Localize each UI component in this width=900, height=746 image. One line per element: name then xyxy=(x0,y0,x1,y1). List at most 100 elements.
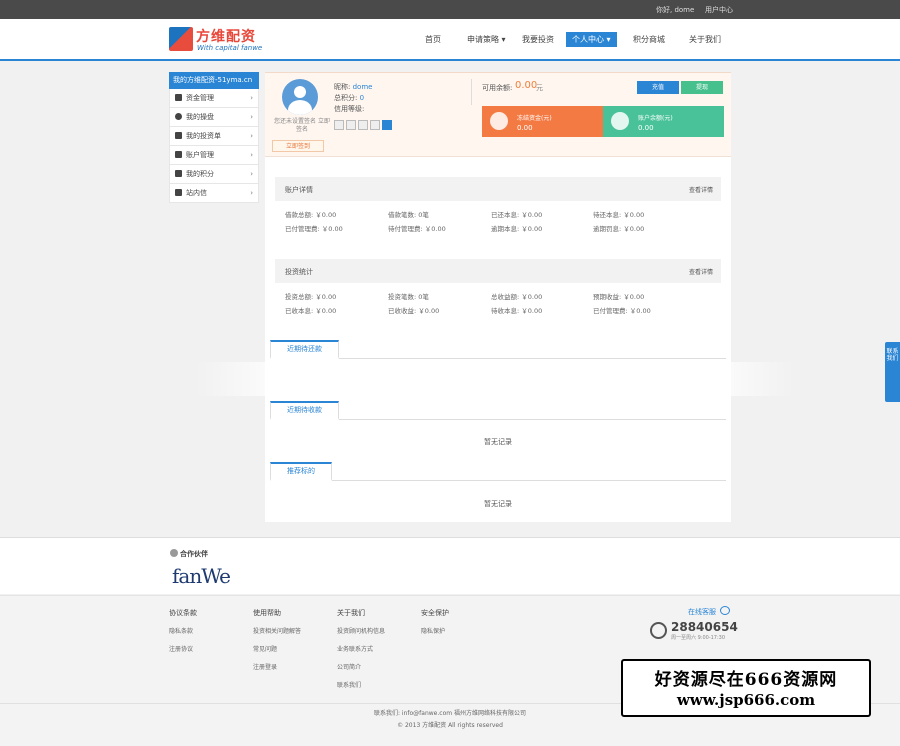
score-value: 0 xyxy=(359,94,365,102)
footer-link[interactable]: 投资顾问机构信息 xyxy=(337,626,385,635)
chevron-right-icon: › xyxy=(250,132,253,140)
footer-link[interactable]: 常见问题 xyxy=(253,644,301,653)
footer-link[interactable]: 隐私保护 xyxy=(421,626,449,635)
sidebar-item-label: 我的操盘 xyxy=(186,113,214,121)
tab-upcoming-collections[interactable]: 近期待收款 xyxy=(270,401,339,420)
pen-icon xyxy=(175,189,182,196)
logo-subtitle: With capital fanwe xyxy=(197,44,263,52)
tab-upcoming-repayments[interactable]: 近期待还款 xyxy=(270,340,339,359)
balance-unit: 元 xyxy=(536,84,543,92)
service-phone: 28840654 xyxy=(671,620,738,634)
settings-badge-icon[interactable] xyxy=(382,120,392,130)
signature-note: 您还未设置签名 立即签名 xyxy=(274,118,330,133)
view-details-link[interactable]: 查看详情 xyxy=(689,185,713,194)
footer-col-security: 安全保护 隐私保护 xyxy=(421,608,449,644)
sidebar: 我的方维配资-51yma.cn 资金管理 › 我的操盘 › 我的投资单 › 账户管理 ›… xyxy=(169,72,259,203)
contact-float-tab[interactable]: 联系我们 xyxy=(885,342,900,402)
footer-col-title: 安全保护 xyxy=(421,609,449,617)
sidebar-item-label: 站内信 xyxy=(186,189,207,197)
partners-section: 合作伙伴 fanWe xyxy=(0,537,900,594)
stat: 已还本息: ￥0.00 xyxy=(491,211,543,219)
phone-icon xyxy=(650,622,667,639)
tab-recommended[interactable]: 推荐标的 xyxy=(270,462,332,481)
section-title: 账户详情 xyxy=(285,186,313,194)
watermark: 好资源尽在666资源网 www.jsp666.com xyxy=(621,659,871,717)
stat: 已付管理费: ￥0.00 xyxy=(593,307,651,315)
sidebar-item-account[interactable]: 账户管理 › xyxy=(169,146,259,165)
sidebar-item-funds[interactable]: 资金管理 › xyxy=(169,89,259,108)
email-badge-icon[interactable] xyxy=(370,120,380,130)
account-balance-label: 账户余额(元) xyxy=(638,115,673,122)
online-service-link[interactable]: 在线客服 xyxy=(688,607,716,617)
chevron-right-icon: › xyxy=(250,113,253,121)
blurred-band xyxy=(195,362,795,396)
sidebar-item-investments[interactable]: 我的投资单 › xyxy=(169,127,259,146)
phone-badge-icon[interactable] xyxy=(346,120,356,130)
empty-records-text: 暂无记录 xyxy=(484,438,512,446)
stat: 待收本息: ￥0.00 xyxy=(491,307,543,315)
sidebar-item-label: 资金管理 xyxy=(186,94,214,102)
nav-points-mall[interactable]: 积分商城 xyxy=(633,34,665,45)
logo[interactable]: 方维配资 With capital fanwe xyxy=(169,27,269,53)
footer-link[interactable]: 注册登录 xyxy=(253,662,301,671)
investment-stats-section: 投资统计 查看详情 投资总额: ￥0.00 投资笔数: 0笔 总收益额: ￥0.… xyxy=(275,259,721,315)
sign-in-button[interactable]: 立即签到 xyxy=(272,140,324,152)
view-details-link[interactable]: 查看详情 xyxy=(689,267,713,276)
stat: 已付管理费: ￥0.00 xyxy=(285,225,343,233)
sidebar-item-points[interactable]: 我的积分 › xyxy=(169,165,259,184)
stat: 已收本息: ￥0.00 xyxy=(285,307,337,315)
account-details-section: 账户详情 查看详情 借款总额: ￥0.00 借款笔数: 0笔 已还本息: ￥0.… xyxy=(275,177,721,233)
tab-divider xyxy=(270,480,726,481)
balance-value: 0.00 xyxy=(515,80,538,91)
partner-logo[interactable]: fanWe xyxy=(172,564,240,591)
footer-link[interactable]: 投资相关问题解答 xyxy=(253,626,301,635)
stat: 已收收益: ￥0.00 xyxy=(388,307,440,315)
nickname-value[interactable]: dome xyxy=(353,83,373,91)
footer-col-title: 使用帮助 xyxy=(253,609,281,617)
nav-home[interactable]: 首页 xyxy=(425,34,441,45)
sidebar-item-label: 账户管理 xyxy=(186,151,214,159)
nav-apply-strategy[interactable]: 申请策略 ▾ xyxy=(467,34,506,45)
nav-personal-center[interactable]: 个人中心 ▾ xyxy=(566,32,617,47)
footer-link[interactable]: 注册协议 xyxy=(169,644,197,653)
stat: 待还本息: ￥0.00 xyxy=(593,211,645,219)
watermark-line2: www.jsp666.com xyxy=(676,691,816,709)
recharge-button[interactable]: 充值 xyxy=(637,81,679,94)
footer-col-title: 协议条款 xyxy=(169,609,197,617)
clock-icon xyxy=(175,113,182,120)
sidebar-item-messages[interactable]: 站内信 › xyxy=(169,184,259,203)
greeting-text: 你好, dome xyxy=(656,6,695,14)
id-badge-icon[interactable] xyxy=(334,120,344,130)
nav-invest[interactable]: 我要投资 xyxy=(522,34,554,45)
stat: 预期收益: ￥0.00 xyxy=(593,293,645,301)
user-center-link[interactable]: 用户中心 xyxy=(705,5,733,15)
sidebar-head[interactable]: 我的方维配资-51yma.cn xyxy=(169,72,259,89)
copyright: © 2013 方维配资 All rights reserved xyxy=(397,722,503,729)
service-hours: 周一至周六 9:00-17:30 xyxy=(671,635,726,641)
card-badge-icon[interactable] xyxy=(358,120,368,130)
divider xyxy=(471,79,472,105)
avatar[interactable] xyxy=(282,79,318,115)
level-label: 信用等级: xyxy=(334,105,365,113)
footer-link[interactable]: 业务联系方式 xyxy=(337,644,385,653)
account-balance-value: 0.00 xyxy=(638,124,654,132)
stat: 总收益额: ￥0.00 xyxy=(491,293,543,301)
main-content: 您还未设置签名 立即签名 立即签到 昵称: dome 总积分: 0 信用等级: … xyxy=(195,72,795,522)
withdraw-button[interactable]: 提现 xyxy=(681,81,723,94)
stat: 逾期罚息: ￥0.00 xyxy=(593,225,645,233)
sidebar-item-trading[interactable]: 我的操盘 › xyxy=(169,108,259,127)
sidebar-item-label: 我的积分 xyxy=(186,170,214,178)
score-label: 总积分: xyxy=(334,94,358,102)
footer-col-terms: 协议条款 隐私条款 注册协议 xyxy=(169,608,197,662)
footer-link[interactable]: 公司简介 xyxy=(337,662,385,671)
account-balance-card: 账户余额(元) 0.00 xyxy=(603,106,724,137)
footer-link[interactable]: 隐私条款 xyxy=(169,626,197,635)
sidebar-item-label: 我的投资单 xyxy=(186,132,221,140)
footer-link[interactable]: 联系我们 xyxy=(337,680,385,689)
list-icon xyxy=(175,132,182,139)
watermark-line1: 好资源尽在666资源网 xyxy=(654,670,838,690)
nav-about[interactable]: 关于我们 xyxy=(689,34,721,45)
verification-badges xyxy=(334,120,394,132)
chat-icon[interactable] xyxy=(720,606,730,615)
frozen-funds-card: 冻结资金(元) 0.00 xyxy=(482,106,603,137)
